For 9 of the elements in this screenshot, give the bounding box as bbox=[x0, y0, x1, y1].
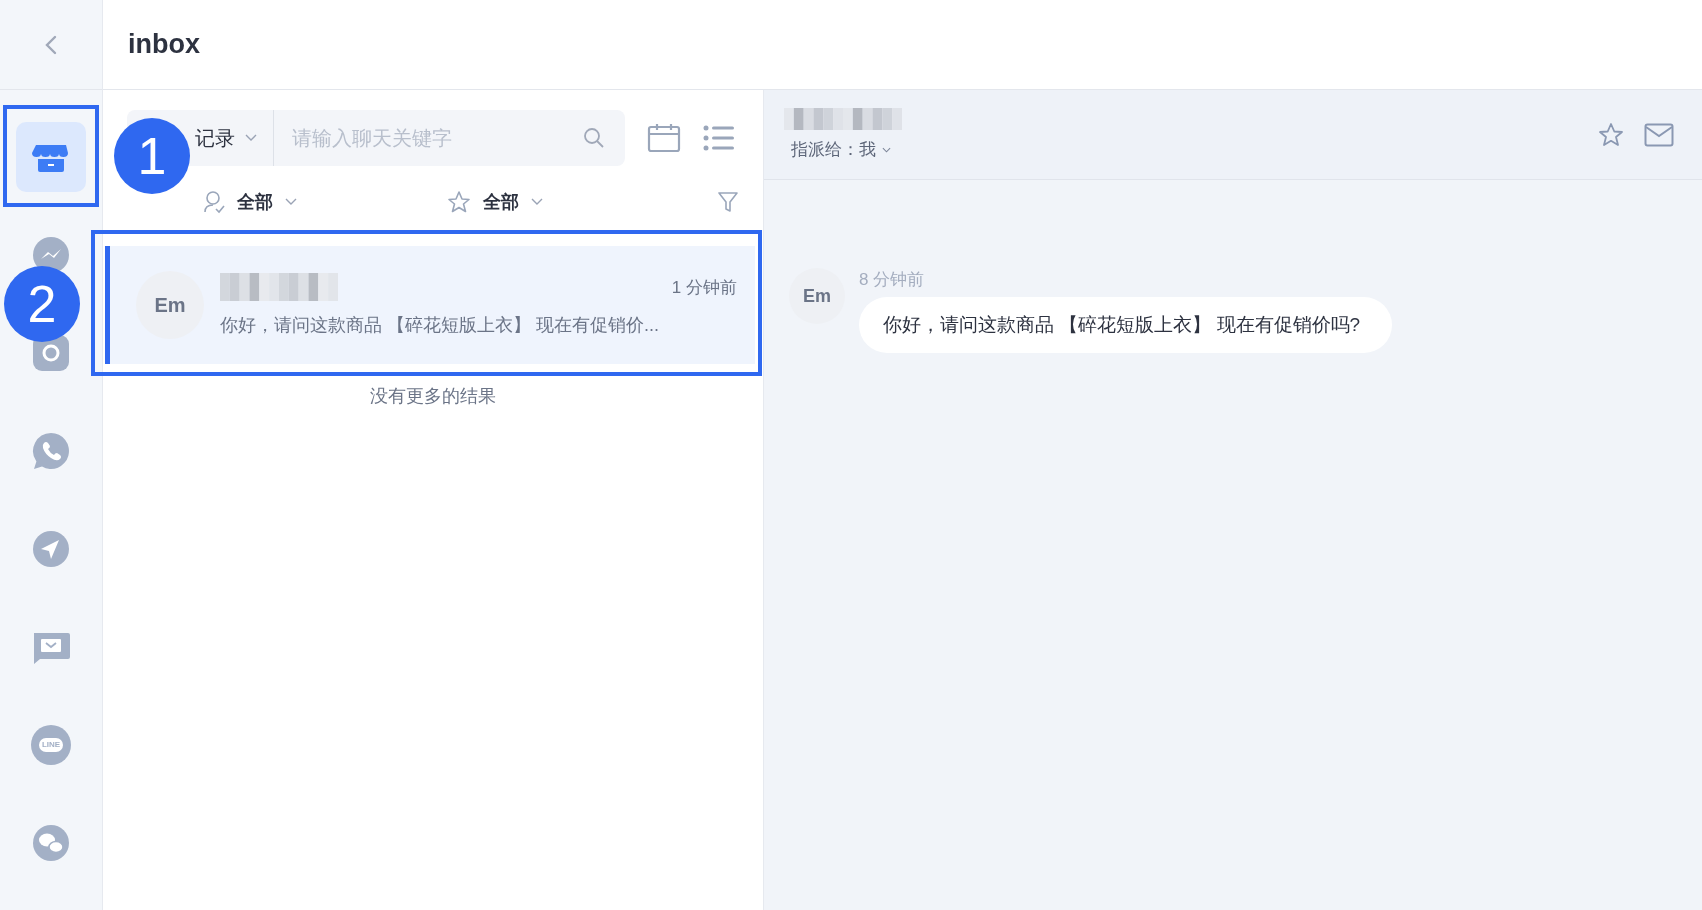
message-bubble: 你好，请问这款商品 【碎花短版上衣】 现在有促销价吗? bbox=[859, 297, 1393, 353]
list-end-text: 没有更多的结果 bbox=[369, 385, 497, 408]
page-title: inbox bbox=[128, 29, 200, 60]
message-preview: 你好，请问这款商品 【碎花短版上衣】 现在有促销价... bbox=[220, 314, 660, 337]
step-marker-tooltip: 1 bbox=[114, 118, 190, 194]
avatar: Em bbox=[789, 268, 845, 324]
message-time: 8 分钟前 bbox=[859, 269, 925, 291]
avatar: Em bbox=[136, 271, 204, 339]
conversation-time: 1 分钟前 bbox=[671, 276, 737, 299]
